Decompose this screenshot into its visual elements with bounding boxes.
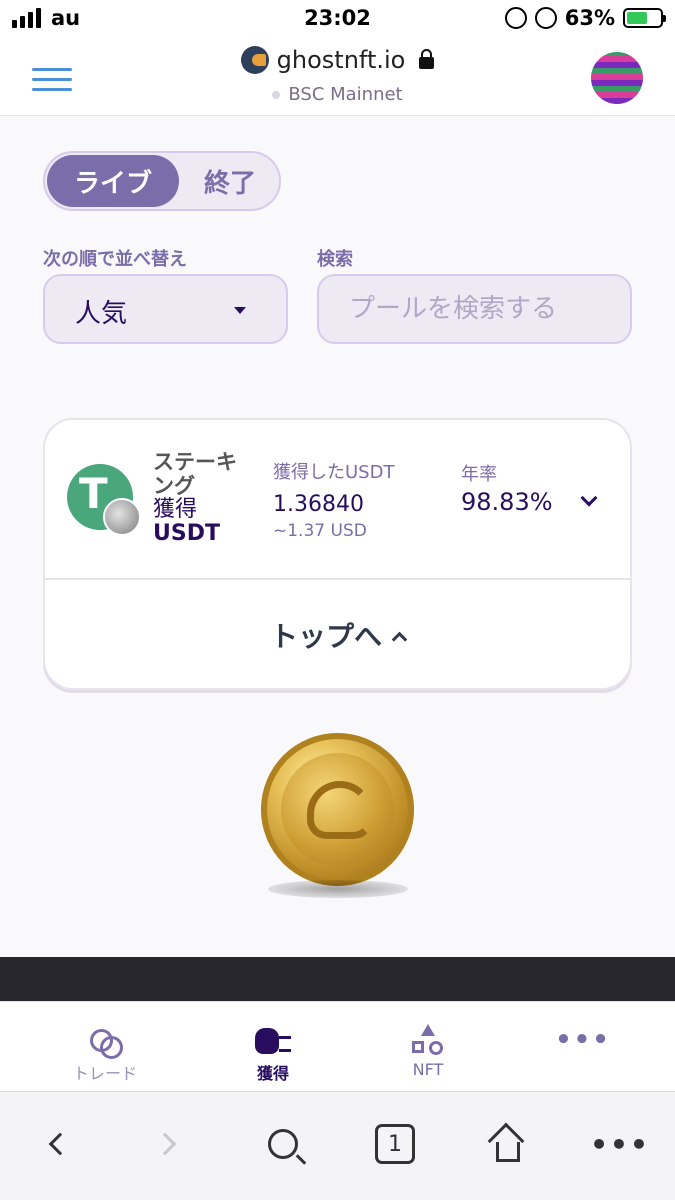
lock-icon <box>419 49 435 69</box>
to-top-label: トップへ <box>269 620 382 653</box>
apr-value: 98.83% <box>461 488 553 516</box>
caret-down-icon <box>234 307 246 314</box>
more-dots-icon: ••• <box>590 1127 650 1161</box>
apr-label: 年率 <box>461 464 497 485</box>
home-icon <box>487 1122 527 1162</box>
sort-value: 人気 <box>75 299 128 329</box>
pool-name: ステーキ ング 獲得 USDT <box>153 450 253 546</box>
search-icon <box>268 1129 298 1159</box>
staking-token-icon <box>103 498 141 536</box>
pool-name-line2: ング <box>153 474 195 498</box>
apr-section: 年率 98.83% <box>461 460 553 516</box>
chevron-up-icon <box>391 631 408 647</box>
tab-finished[interactable]: 終了 <box>185 155 275 207</box>
network-status-dot <box>272 90 281 99</box>
pool-row[interactable]: T ステーキ ング 獲得 USDT 獲得したUSDT 1.36840 ~1.37… <box>45 420 630 580</box>
tabs-button[interactable]: 1 <box>372 1124 418 1164</box>
forward-arrow-icon <box>153 1132 177 1156</box>
forward-button[interactable] <box>145 1124 185 1164</box>
site-name: ghostnft.io <box>276 46 406 74</box>
status-bar: au 23:02 63% <box>0 0 675 38</box>
rotation-lock-icon <box>504 7 527 29</box>
pool-name-line3: 獲得 <box>153 497 198 522</box>
battery-percent: 63% <box>564 6 615 30</box>
nav-earn-label: 獲得 <box>256 1064 289 1083</box>
bottom-nav: トレード 獲得 NFT ••• <box>0 1001 675 1091</box>
earned-section: 獲得したUSDT 1.36840 ~1.37 USD <box>273 458 394 541</box>
pool-card: T ステーキ ング 獲得 USDT 獲得したUSDT 1.36840 ~1.37… <box>43 418 632 690</box>
more-button[interactable]: ••• <box>590 1124 648 1164</box>
trade-icon <box>90 1025 123 1059</box>
footer-band <box>0 957 675 1001</box>
search-input[interactable] <box>317 274 632 344</box>
earned-usd: ~1.37 USD <box>273 521 367 541</box>
to-top-button[interactable]: トップへ <box>45 580 630 688</box>
nav-more[interactable]: ••• <box>523 1022 643 1058</box>
tab-live[interactable]: ライブ <box>47 155 179 207</box>
usdt-token-icon: T <box>67 464 141 536</box>
alarm-icon <box>534 7 557 29</box>
search-label: 検索 <box>317 249 353 270</box>
back-button[interactable] <box>40 1124 80 1164</box>
network-name: BSC Mainnet <box>288 84 403 105</box>
site-info: ghostnft.io BSC Mainnet <box>0 46 675 105</box>
earned-amount: 1.36840 <box>273 492 364 517</box>
chevron-down-icon[interactable] <box>580 489 598 507</box>
ghost-coin-image <box>261 733 414 886</box>
battery-icon <box>623 8 666 28</box>
app-header: ghostnft.io BSC Mainnet <box>0 38 675 116</box>
browser-toolbar: 1 ••• <box>0 1091 675 1200</box>
earned-label: 獲得したUSDT <box>273 462 395 483</box>
earn-icon <box>255 1024 291 1056</box>
nav-nft[interactable]: NFT <box>368 1022 488 1079</box>
nav-trade-label: トレード <box>72 1064 137 1083</box>
pool-name-line1: ステーキ <box>153 450 237 474</box>
nav-earn[interactable]: 獲得 <box>213 1022 333 1084</box>
site-logo-icon <box>240 46 269 74</box>
sort-select[interactable]: 人気 <box>43 274 288 344</box>
nft-icon <box>412 1024 444 1056</box>
more-icon: ••• <box>555 1025 611 1055</box>
nav-trade[interactable]: トレード <box>45 1022 165 1084</box>
tabs-icon: 1 <box>375 1124 415 1164</box>
back-arrow-icon <box>48 1132 72 1156</box>
search-button[interactable] <box>258 1124 308 1164</box>
home-button[interactable] <box>486 1122 530 1164</box>
coin-shadow <box>268 880 408 898</box>
nav-nft-label: NFT <box>412 1060 444 1079</box>
avatar[interactable] <box>591 52 643 104</box>
live-finished-toggle: ライブ 終了 <box>43 151 281 211</box>
sort-label: 次の順で並べ替え <box>43 249 187 270</box>
pool-name-line4: USDT <box>153 521 220 546</box>
